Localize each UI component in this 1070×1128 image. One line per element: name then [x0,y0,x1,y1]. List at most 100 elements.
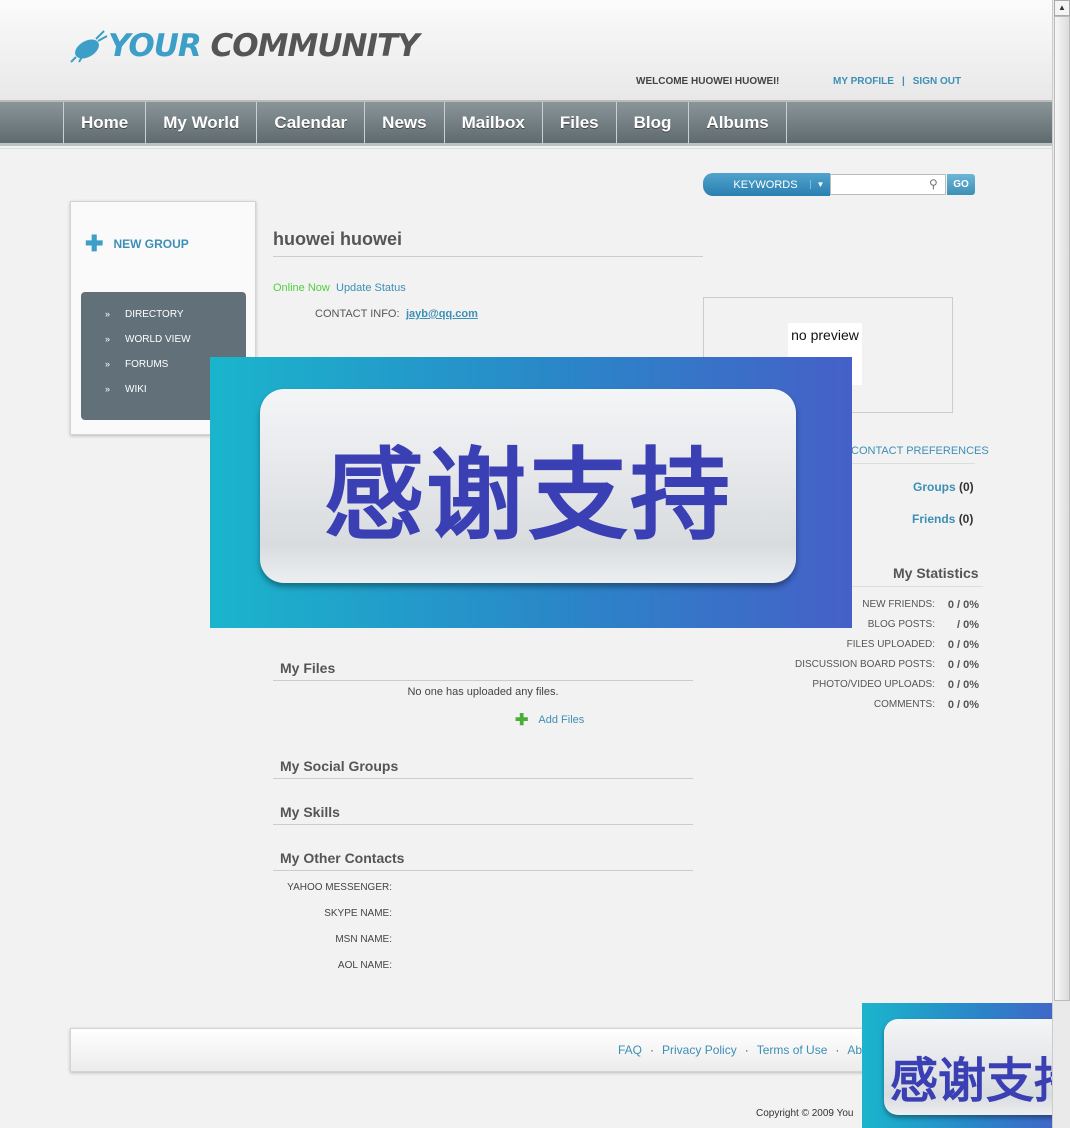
bullet-icon: » [105,359,111,369]
update-status-link[interactable]: Update Status [336,282,406,294]
new-group-label: NEW GROUP [113,237,189,251]
groups-link[interactable]: Groups [913,480,956,494]
stat-value: 0 / 0% [947,699,979,711]
thanks-overlay-banner-small: 感谢支持 [862,1003,1070,1128]
contact-email-link[interactable]: jayb@qq.com [406,308,478,320]
nav-albums[interactable]: Albums [689,102,787,144]
scrollbar-thumb[interactable] [1054,16,1070,1001]
contact-info-label: CONTACT INFO: [315,308,400,320]
plus-icon: ✚ [85,231,104,256]
groups-count-value: (0) [959,480,974,494]
stat-value: 0 / 0% [947,679,979,691]
bullet-icon: » [105,334,111,344]
statistics-title: My Statistics [893,565,979,581]
logo-text-part1: YOUR [108,28,202,64]
sidebar-item-label: FORUMS [125,359,169,370]
top-links-separator: | [901,76,905,87]
about-link[interactable]: Ab [847,1043,862,1057]
chevron-down-icon: ▼ [810,180,830,189]
nav-list: Home My World Calendar News Mailbox File… [63,102,787,144]
groups-count: Groups (0) [913,480,974,494]
skills-title: My Skills [280,804,340,820]
new-group-link[interactable]: ✚ NEW GROUP [85,231,189,256]
footer-links: FAQ · Privacy Policy · Terms of Use · Ab [618,1043,862,1057]
social-groups-title: My Social Groups [280,758,399,774]
sidebar-item-world-view[interactable]: » WORLD VIEW [81,334,246,359]
nav-calendar[interactable]: Calendar [257,102,366,144]
vertical-scrollbar[interactable]: ▲ [1052,0,1070,1128]
thanks-overlay-panel: 感谢支持 [260,389,796,583]
profile-name: huowei huowei [273,229,402,249]
skype-name-label: SKYPE NAME: [324,908,392,919]
logo-text-part2: COMMUNITY [210,28,420,64]
terms-of-use-link[interactable]: Terms of Use [757,1043,828,1057]
stat-label: BLOG POSTS: [867,619,935,630]
scroll-up-arrow-icon[interactable]: ▲ [1054,0,1070,16]
no-files-message: No one has uploaded any files. [407,686,559,698]
thanks-overlay-banner: 感谢支持 [210,357,852,628]
top-links: MY PROFILE | SIGN OUT [833,76,961,87]
friends-link[interactable]: Friends [912,512,955,526]
nav-home[interactable]: Home [64,102,147,144]
profile-name-divider [273,256,703,257]
section-divider [273,778,693,779]
privacy-policy-link[interactable]: Privacy Policy [662,1043,737,1057]
add-files-label: Add Files [538,714,585,726]
nav-divider [0,148,1052,149]
stat-value: 0 / 0% [947,639,979,651]
add-icon: ✚ [515,712,529,729]
thanks-overlay-panel-small: 感谢支持 [884,1019,1070,1115]
friends-count: Friends (0) [912,512,973,526]
section-divider [273,680,693,681]
search-category-dropdown[interactable]: KEYWORDS ▼ [703,173,830,196]
search-icon: ⚲ [929,177,938,191]
logo-text: YOUR COMMUNITY [108,28,420,64]
stat-label: FILES UPLOADED: [846,639,935,650]
welcome-text: WELCOME HUOWEI HUOWEI! [636,76,780,87]
nav-files[interactable]: Files [543,102,617,144]
my-files-title: My Files [280,660,336,676]
other-contacts-title: My Other Contacts [280,850,405,866]
msn-name-label: MSN NAME: [335,934,392,945]
friends-count-value: (0) [958,512,974,526]
go-button[interactable]: GO [947,174,975,195]
bug-logo-icon [70,30,108,63]
stat-label: DISCUSSION BOARD POSTS: [794,659,935,670]
main-nav: Home My World Calendar News Mailbox File… [0,100,1052,146]
add-files-link[interactable]: ✚ Add Files [515,710,584,730]
thanks-overlay-text: 感谢支持 [324,436,732,554]
my-profile-link[interactable]: MY PROFILE [833,76,894,87]
nav-blog[interactable]: Blog [617,102,690,144]
footer-dot: · [835,1043,840,1057]
bullet-icon: » [105,384,111,394]
stat-label: PHOTO/VIDEO UPLOADS: [812,679,935,690]
stat-value: 0 / 0% [947,659,979,671]
stat-value: / 0% [956,619,979,631]
stat-value: 0 / 0% [947,599,979,611]
sidebar-item-label: DIRECTORY [125,309,184,320]
nav-news[interactable]: News [365,102,445,144]
nav-mailbox[interactable]: Mailbox [445,102,543,144]
sidebar-item-label: WIKI [125,384,147,395]
yahoo-messenger-label: YAHOO MESSENGER: [287,882,392,893]
section-divider [273,824,693,825]
footer-dot: · [650,1043,655,1057]
faq-link[interactable]: FAQ [618,1043,642,1057]
nav-my-world[interactable]: My World [146,102,258,144]
copyright-text: Copyright © 2009 You [756,1108,854,1119]
stat-label: COMMENTS: [873,699,935,710]
sidebar-item-label: WORLD VIEW [125,334,191,345]
section-divider [273,870,693,871]
footer-dot: · [744,1043,749,1057]
thanks-overlay-text-small: 感谢支持 [890,1053,1070,1109]
sidebar-item-directory[interactable]: » DIRECTORY [81,309,246,334]
bullet-icon: » [105,309,111,319]
online-status: Online Now [273,282,330,294]
search-category-label: KEYWORDS [733,178,798,191]
stat-row: COMMENTS: 0 / 0% [700,699,979,711]
sign-out-link[interactable]: SIGN OUT [913,76,961,87]
community-logo[interactable]: YOUR COMMUNITY [70,28,420,64]
contact-preferences-link[interactable]: CONTACT PREFERENCES [851,445,989,457]
stat-row: FILES UPLOADED: 0 / 0% [700,639,979,651]
stat-label: NEW FRIENDS: [862,599,935,610]
